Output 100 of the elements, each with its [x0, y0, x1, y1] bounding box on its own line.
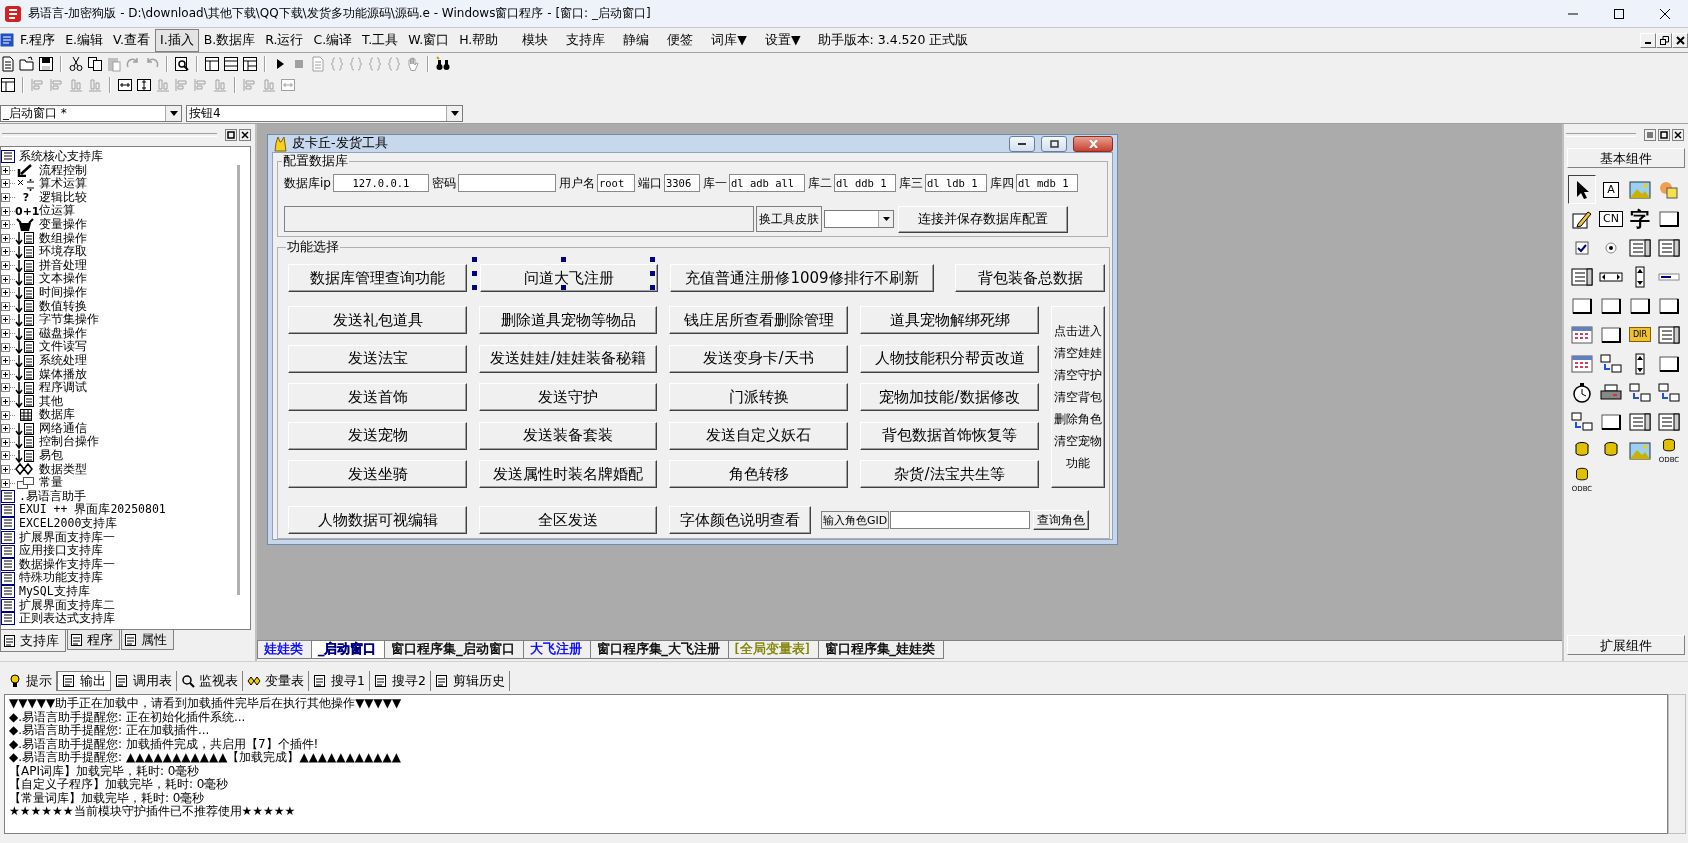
function-button[interactable]: 发送娃娃/娃娃装备秘籍 — [479, 344, 657, 373]
tree-item[interactable]: 系统核心支持库 — [17, 150, 103, 164]
tree-item[interactable]: 扩展界面支持库一 — [17, 530, 115, 545]
resize-handle[interactable] — [561, 285, 566, 290]
function-button[interactable]: 发送属性时装名牌婚配 — [479, 460, 657, 488]
resize-handle[interactable] — [650, 271, 655, 276]
expand-icon[interactable] — [1, 451, 10, 461]
function-button[interactable]: 删除道具宠物等物品 — [479, 306, 657, 334]
center-icon[interactable] — [117, 77, 133, 93]
function-button[interactable]: 发送自定义妖石 — [669, 421, 848, 450]
menu-item[interactable]: 词库▼ — [706, 28, 752, 52]
input-field[interactable]: dl_mdb_1 — [1015, 174, 1078, 192]
center-icon[interactable] — [136, 77, 152, 93]
function-button[interactable]: 发送首饰 — [288, 383, 467, 411]
close-button[interactable] — [1672, 129, 1684, 141]
align-icon[interactable] — [280, 77, 296, 93]
tree-item[interactable]: 易包 — [37, 449, 63, 463]
hand-icon[interactable] — [405, 56, 421, 72]
tree-item[interactable]: EXUI ++ 界面库20250801 — [17, 503, 166, 518]
expand-icon[interactable] — [1, 356, 10, 366]
tree-item[interactable]: 字节集操作 — [37, 313, 99, 327]
expand-icon[interactable] — [1, 247, 10, 257]
property-icon[interactable] — [0, 77, 16, 93]
layout-icon[interactable] — [223, 56, 239, 72]
function-button[interactable]: 背包装备总数据 — [955, 264, 1105, 292]
tree-item[interactable]: 算术运算 — [37, 177, 87, 191]
tree-item[interactable]: 拼音处理 — [37, 258, 87, 273]
function-button[interactable]: 背包数据首饰恢复等 — [860, 421, 1039, 450]
restore-button[interactable] — [1658, 129, 1670, 141]
close-button[interactable] — [1073, 135, 1113, 152]
expand-icon[interactable] — [1, 193, 10, 203]
tree-item[interactable]: 文件读写 — [37, 340, 87, 354]
menu-item[interactable]: T.工具 — [357, 28, 404, 52]
resize-handle[interactable] — [472, 257, 477, 262]
tree-item[interactable]: 数值转换 — [37, 299, 87, 314]
menu-button[interactable] — [1644, 129, 1656, 141]
tree-item[interactable]: 时间操作 — [37, 285, 87, 300]
save-icon[interactable] — [38, 56, 54, 72]
panel-tab[interactable]: 程序 — [67, 630, 120, 650]
scrollbar[interactable] — [1668, 694, 1686, 834]
layout-icon[interactable] — [204, 56, 220, 72]
control-selector[interactable]: 按钮4 — [186, 105, 463, 122]
restore-button[interactable] — [225, 129, 237, 141]
connect-button[interactable]: 连接并保存数据库配置 — [898, 205, 1068, 233]
resize-handle[interactable] — [472, 285, 477, 290]
tree-item[interactable]: 逻辑比较 — [37, 190, 87, 205]
function-button[interactable]: 发送法宝 — [288, 344, 467, 373]
expand-icon[interactable] — [1, 383, 10, 393]
tree-item[interactable]: 变量操作 — [37, 217, 87, 232]
function-button[interactable]: 发送守护 — [479, 383, 657, 411]
tree-item[interactable]: 扩展界面支持库二 — [17, 598, 115, 613]
binoculars-icon[interactable] — [435, 56, 451, 72]
tree-item[interactable]: 磁盘操作 — [37, 326, 87, 341]
function-button[interactable]: 道具宠物解绑死绑 — [860, 306, 1039, 334]
expand-icon[interactable] — [1, 165, 10, 175]
expand-icon[interactable] — [1, 464, 10, 474]
menu-item[interactable]: 模块 — [517, 28, 554, 52]
output-tab[interactable]: 变量表 — [243, 671, 309, 691]
scissors-icon[interactable] — [68, 56, 84, 72]
output-tab[interactable]: 监视表 — [177, 671, 243, 691]
tree-item[interactable]: MySQL支持库 — [17, 585, 90, 599]
tree-item[interactable]: 程序调试 — [37, 381, 87, 395]
open-folder-icon[interactable] — [19, 56, 35, 72]
tree-item[interactable]: 应用接口支持库 — [17, 544, 103, 558]
input-field[interactable]: 3306 — [663, 174, 700, 192]
tree-item[interactable]: 网络通信 — [37, 421, 87, 436]
document-tab[interactable]: _启动窗口 — [311, 641, 386, 659]
pointer-icon[interactable] — [1568, 175, 1596, 204]
menu-item[interactable]: I.插入 — [154, 28, 199, 52]
tree-item[interactable]: 流程控制 — [37, 163, 87, 178]
expand-icon[interactable] — [1, 397, 10, 406]
resize-handle[interactable] — [472, 271, 477, 276]
expand-icon[interactable] — [1, 261, 10, 271]
minimize-button[interactable] — [1009, 135, 1035, 152]
tree-item[interactable]: 文本操作 — [37, 272, 87, 286]
group-button[interactable]: 扩展组件 — [1567, 635, 1685, 655]
menu-item[interactable]: E.编辑 — [60, 28, 109, 52]
function-button[interactable]: 充值普通注册修1009修排行不刷新 — [670, 264, 934, 292]
output-tab[interactable]: 输出 — [57, 671, 111, 691]
function-button[interactable]: 问道大飞注册 — [480, 264, 658, 292]
skin-dropdown[interactable] — [824, 210, 894, 228]
function-button[interactable]: 角色转移 — [669, 460, 848, 488]
menu-item[interactable]: W.窗口 — [403, 28, 455, 52]
document-tab[interactable]: 窗口程序集_启动窗口 — [384, 641, 524, 659]
menu-item[interactable]: C.编译 — [308, 28, 358, 52]
tree-item[interactable]: 系统处理 — [37, 353, 87, 368]
tree-item[interactable]: 其他 — [37, 394, 63, 409]
query-button[interactable]: 查询角色 — [1033, 510, 1090, 530]
input-field[interactable]: dl_ddb_1 — [833, 174, 896, 192]
menu-item[interactable]: 便签 — [662, 28, 699, 52]
tree-item[interactable]: EXCEL2000支持库 — [17, 517, 118, 531]
expand-icon[interactable] — [1, 179, 10, 189]
expand-icon[interactable] — [1, 301, 10, 311]
expand-icon[interactable] — [1, 288, 10, 298]
function-button[interactable]: 数据库管理查询功能 — [288, 264, 467, 292]
menu-item[interactable]: V.查看 — [108, 28, 155, 52]
function-button[interactable]: 发送坐骑 — [288, 460, 467, 488]
function-button[interactable]: 发送变身卡/天书 — [669, 344, 848, 373]
function-button[interactable]: 全区发送 — [479, 506, 657, 534]
expand-icon[interactable] — [1, 437, 10, 447]
